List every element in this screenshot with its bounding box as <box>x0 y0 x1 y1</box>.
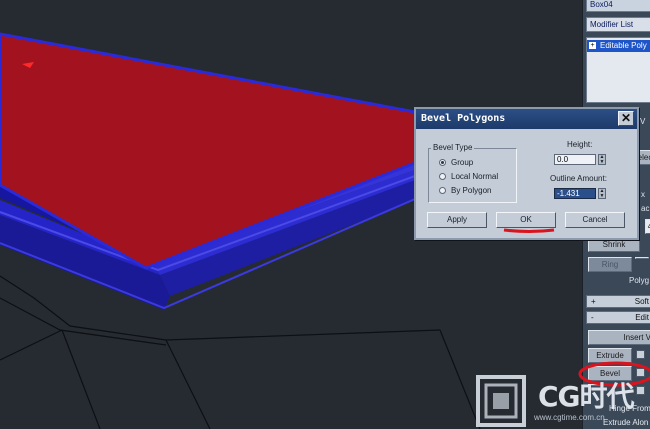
ring-spinner[interactable] <box>635 257 649 259</box>
object-name-field[interactable]: Box04 <box>586 0 650 12</box>
extrude-settings-icon[interactable] <box>636 350 645 359</box>
bevel-type-label: Bevel Type <box>431 143 475 152</box>
outline-spinner-arrows-icon[interactable]: ▲ ▼ <box>598 188 606 199</box>
height-input[interactable]: 0.0 <box>554 154 596 165</box>
wireframe-lines <box>0 275 481 429</box>
cgtime-logo-icon <box>476 375 526 427</box>
watermark-url: www.cgtime.com.cn <box>534 413 605 422</box>
stack-item-editable-poly[interactable]: + Editable Poly <box>587 40 650 52</box>
bevel-polygons-dialog: Bevel Polygons ✕ Bevel Type Group Local … <box>414 107 639 240</box>
ok-button[interactable]: OK <box>496 212 556 228</box>
partial-label-v: V <box>640 117 646 126</box>
watermark: CG时代 www.cgtime.com.cn <box>476 372 650 429</box>
height-label: Height: <box>567 140 593 149</box>
stack-item-label: Editable Poly <box>600 41 647 50</box>
radio-group[interactable]: Group <box>439 158 473 167</box>
modifier-stack[interactable]: + Editable Poly <box>586 37 650 103</box>
bevel-type-group: Bevel Type Group Local Normal By Polygon <box>428 143 517 203</box>
watermark-brand: CG时代 <box>538 380 635 413</box>
radio-selected-icon[interactable] <box>439 159 446 167</box>
radio-local-normal[interactable]: Local Normal <box>439 172 498 181</box>
partial-label-x: x <box>641 190 645 199</box>
partial-spinner[interactable]: 4 <box>645 219 650 234</box>
apply-button[interactable]: Apply <box>427 212 487 228</box>
polygon-count-label: Polyg <box>629 276 650 285</box>
rollout-edit-polygons[interactable]: -Edit Po <box>586 311 650 324</box>
close-icon[interactable]: ✕ <box>618 111 634 126</box>
radio-icon[interactable] <box>439 187 446 195</box>
radio-by-polygon-label: By Polygon <box>451 186 492 195</box>
partial-label-ack: ack <box>641 204 650 213</box>
modifier-list-dropdown[interactable]: Modifier List <box>586 17 650 32</box>
height-spinner-arrows-icon[interactable]: ▲ ▼ <box>598 154 606 165</box>
cancel-button[interactable]: Cancel <box>565 212 625 228</box>
dialog-title: Bevel Polygons <box>421 113 506 124</box>
ring-button[interactable]: Ring <box>588 257 632 272</box>
ok-underline-annotation <box>503 228 555 233</box>
rollout-soft-selection[interactable]: +Soft Se <box>586 295 650 308</box>
dialog-titlebar[interactable]: Bevel Polygons <box>416 109 637 129</box>
outline-amount-label: Outline Amount: <box>550 174 607 183</box>
radio-local-normal-label: Local Normal <box>451 172 499 181</box>
radio-group-label: Group <box>451 158 474 167</box>
radio-by-polygon[interactable]: By Polygon <box>439 186 491 195</box>
outline-amount-input[interactable]: -1.431 <box>554 188 596 199</box>
radio-icon[interactable] <box>439 173 446 181</box>
insert-vertex-button[interactable]: Insert V <box>588 330 650 345</box>
expand-plus-icon[interactable]: + <box>589 42 596 50</box>
